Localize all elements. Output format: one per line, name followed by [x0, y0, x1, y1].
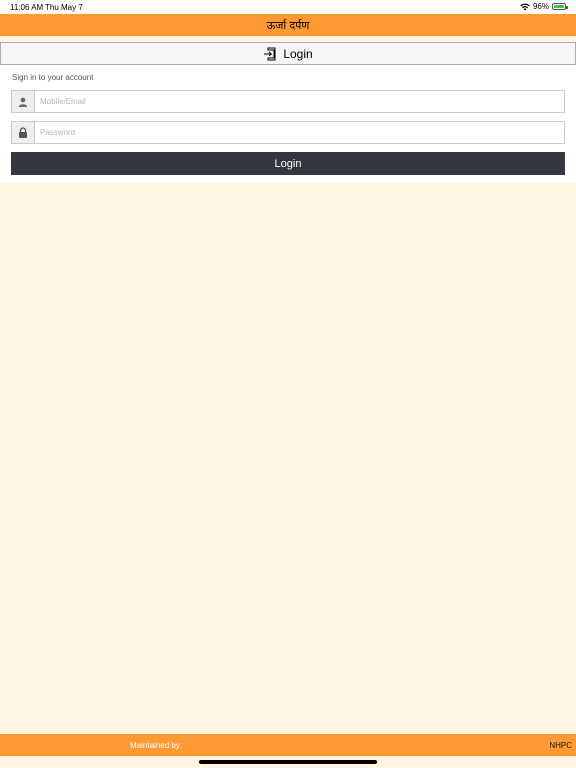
app-title: ऊर्जा दर्पण	[266, 19, 310, 32]
battery-percent: 96%	[532, 2, 549, 11]
status-right: 96%	[520, 2, 568, 11]
password-input-group	[11, 121, 565, 144]
maintainer-org: NHPC	[549, 741, 572, 750]
wifi-icon	[520, 3, 530, 10]
password-input[interactable]	[35, 122, 564, 143]
footer: Maintained by: NHPC	[0, 734, 576, 756]
status-date: Thu May 7	[45, 3, 83, 12]
panel-title: Login	[283, 46, 313, 61]
mobile-email-input[interactable]	[35, 91, 564, 112]
login-button[interactable]: Login	[11, 152, 565, 175]
maintained-by-label: Maintained by:	[130, 741, 183, 750]
user-icon-addon	[12, 91, 35, 112]
login-form: Sign in to your account Login	[0, 65, 576, 183]
lock-icon-addon	[12, 122, 35, 143]
sign-in-prompt: Sign in to your account	[12, 73, 94, 82]
battery-icon	[552, 3, 568, 10]
user-icon	[18, 97, 28, 107]
login-icon	[264, 47, 276, 60]
app-header: ऊर्जा दर्पण	[0, 14, 576, 36]
status-time: 11:06 AM	[10, 3, 44, 12]
status-bar: 11:06 AM Thu May 7 96%	[0, 0, 576, 14]
mobile-input-group	[11, 90, 565, 113]
login-panel-header: Login	[0, 42, 576, 65]
home-indicator[interactable]	[199, 760, 377, 764]
lock-icon	[19, 127, 27, 138]
